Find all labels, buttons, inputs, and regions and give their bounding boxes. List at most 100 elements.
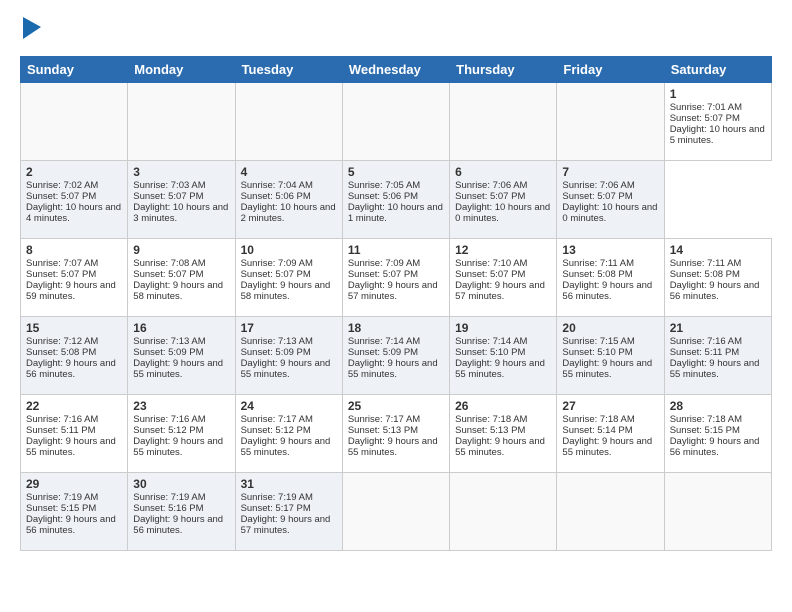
calendar-cell: 26Sunrise: 7:18 AMSunset: 5:13 PMDayligh… xyxy=(450,395,557,473)
sunrise-text: Sunrise: 7:14 AM xyxy=(455,336,527,347)
sunrise-text: Sunrise: 7:04 AM xyxy=(241,180,313,191)
sunset-text: Sunset: 5:11 PM xyxy=(670,347,740,358)
day-number: 13 xyxy=(562,243,658,257)
sunset-text: Sunset: 5:09 PM xyxy=(348,347,418,358)
sunrise-text: Sunrise: 7:15 AM xyxy=(562,336,634,347)
sunset-text: Sunset: 5:12 PM xyxy=(133,425,203,436)
calendar-cell-empty xyxy=(450,83,557,161)
calendar-cell: 5Sunrise: 7:05 AMSunset: 5:06 PMDaylight… xyxy=(342,161,449,239)
daylight-text: Daylight: 9 hours and 57 minutes. xyxy=(348,280,438,302)
day-number: 12 xyxy=(455,243,551,257)
calendar-day-header: Wednesday xyxy=(342,57,449,83)
daylight-text: Daylight: 9 hours and 55 minutes. xyxy=(455,358,545,380)
daylight-text: Daylight: 9 hours and 55 minutes. xyxy=(133,358,223,380)
day-number: 22 xyxy=(26,399,122,413)
sunset-text: Sunset: 5:07 PM xyxy=(26,269,96,280)
calendar-cell-empty xyxy=(235,83,342,161)
day-number: 9 xyxy=(133,243,229,257)
calendar-cell: 11Sunrise: 7:09 AMSunset: 5:07 PMDayligh… xyxy=(342,239,449,317)
calendar-day-header: Monday xyxy=(128,57,235,83)
sunrise-text: Sunrise: 7:18 AM xyxy=(562,414,634,425)
calendar-cell: 28Sunrise: 7:18 AMSunset: 5:15 PMDayligh… xyxy=(664,395,771,473)
calendar-cell: 15Sunrise: 7:12 AMSunset: 5:08 PMDayligh… xyxy=(21,317,128,395)
calendar-cell: 22Sunrise: 7:16 AMSunset: 5:11 PMDayligh… xyxy=(21,395,128,473)
calendar-cell: 13Sunrise: 7:11 AMSunset: 5:08 PMDayligh… xyxy=(557,239,664,317)
calendar-cell: 14Sunrise: 7:11 AMSunset: 5:08 PMDayligh… xyxy=(664,239,771,317)
daylight-text: Daylight: 9 hours and 56 minutes. xyxy=(670,280,760,302)
sunrise-text: Sunrise: 7:09 AM xyxy=(348,258,420,269)
daylight-text: Daylight: 9 hours and 55 minutes. xyxy=(241,358,331,380)
calendar-cell-empty xyxy=(557,83,664,161)
sunset-text: Sunset: 5:13 PM xyxy=(455,425,525,436)
sunrise-text: Sunrise: 7:11 AM xyxy=(562,258,634,269)
day-number: 8 xyxy=(26,243,122,257)
sunrise-text: Sunrise: 7:19 AM xyxy=(133,492,205,503)
calendar-cell: 30Sunrise: 7:19 AMSunset: 5:16 PMDayligh… xyxy=(128,473,235,551)
calendar-cell: 17Sunrise: 7:13 AMSunset: 5:09 PMDayligh… xyxy=(235,317,342,395)
calendar-day-header: Friday xyxy=(557,57,664,83)
calendar-cell: 31Sunrise: 7:19 AMSunset: 5:17 PMDayligh… xyxy=(235,473,342,551)
calendar-cell xyxy=(342,473,449,551)
day-number: 23 xyxy=(133,399,229,413)
sunrise-text: Sunrise: 7:03 AM xyxy=(133,180,205,191)
sunrise-text: Sunrise: 7:01 AM xyxy=(670,102,742,113)
calendar-header-row: SundayMondayTuesdayWednesdayThursdayFrid… xyxy=(21,57,772,83)
sunset-text: Sunset: 5:09 PM xyxy=(133,347,203,358)
sunrise-text: Sunrise: 7:12 AM xyxy=(26,336,98,347)
sunrise-text: Sunrise: 7:18 AM xyxy=(670,414,742,425)
daylight-text: Daylight: 9 hours and 55 minutes. xyxy=(348,436,438,458)
sunset-text: Sunset: 5:09 PM xyxy=(241,347,311,358)
daylight-text: Daylight: 10 hours and 0 minutes. xyxy=(455,202,550,224)
sunrise-text: Sunrise: 7:10 AM xyxy=(455,258,527,269)
daylight-text: Daylight: 9 hours and 56 minutes. xyxy=(26,514,116,536)
daylight-text: Daylight: 9 hours and 56 minutes. xyxy=(26,358,116,380)
day-number: 28 xyxy=(670,399,766,413)
day-number: 4 xyxy=(241,165,337,179)
sunrise-text: Sunrise: 7:06 AM xyxy=(455,180,527,191)
daylight-text: Daylight: 9 hours and 58 minutes. xyxy=(133,280,223,302)
day-number: 5 xyxy=(348,165,444,179)
sunset-text: Sunset: 5:12 PM xyxy=(241,425,311,436)
daylight-text: Daylight: 9 hours and 58 minutes. xyxy=(241,280,331,302)
daylight-text: Daylight: 9 hours and 59 minutes. xyxy=(26,280,116,302)
sunrise-text: Sunrise: 7:18 AM xyxy=(455,414,527,425)
day-number: 10 xyxy=(241,243,337,257)
day-number: 25 xyxy=(348,399,444,413)
calendar-cell: 25Sunrise: 7:17 AMSunset: 5:13 PMDayligh… xyxy=(342,395,449,473)
calendar-cell: 19Sunrise: 7:14 AMSunset: 5:10 PMDayligh… xyxy=(450,317,557,395)
calendar-cell: 27Sunrise: 7:18 AMSunset: 5:14 PMDayligh… xyxy=(557,395,664,473)
sunrise-text: Sunrise: 7:19 AM xyxy=(26,492,98,503)
daylight-text: Daylight: 9 hours and 55 minutes. xyxy=(670,358,760,380)
sunset-text: Sunset: 5:07 PM xyxy=(455,269,525,280)
daylight-text: Daylight: 9 hours and 55 minutes. xyxy=(562,436,652,458)
calendar-cell: 23Sunrise: 7:16 AMSunset: 5:12 PMDayligh… xyxy=(128,395,235,473)
day-number: 18 xyxy=(348,321,444,335)
sunrise-text: Sunrise: 7:17 AM xyxy=(348,414,420,425)
calendar-cell: 4Sunrise: 7:04 AMSunset: 5:06 PMDaylight… xyxy=(235,161,342,239)
calendar-cell: 6Sunrise: 7:06 AMSunset: 5:07 PMDaylight… xyxy=(450,161,557,239)
calendar-cell: 2Sunrise: 7:02 AMSunset: 5:07 PMDaylight… xyxy=(21,161,128,239)
sunset-text: Sunset: 5:08 PM xyxy=(562,269,632,280)
sunrise-text: Sunrise: 7:07 AM xyxy=(26,258,98,269)
sunrise-text: Sunrise: 7:13 AM xyxy=(133,336,205,347)
calendar-cell: 7Sunrise: 7:06 AMSunset: 5:07 PMDaylight… xyxy=(557,161,664,239)
calendar-cell: 10Sunrise: 7:09 AMSunset: 5:07 PMDayligh… xyxy=(235,239,342,317)
sunset-text: Sunset: 5:15 PM xyxy=(670,425,740,436)
sunrise-text: Sunrise: 7:05 AM xyxy=(348,180,420,191)
calendar-day-header: Saturday xyxy=(664,57,771,83)
day-number: 27 xyxy=(562,399,658,413)
sunrise-text: Sunrise: 7:17 AM xyxy=(241,414,313,425)
daylight-text: Daylight: 9 hours and 55 minutes. xyxy=(241,436,331,458)
sunset-text: Sunset: 5:10 PM xyxy=(455,347,525,358)
day-number: 1 xyxy=(670,87,766,101)
sunset-text: Sunset: 5:07 PM xyxy=(348,269,418,280)
day-number: 15 xyxy=(26,321,122,335)
sunset-text: Sunset: 5:07 PM xyxy=(670,113,740,124)
daylight-text: Daylight: 9 hours and 55 minutes. xyxy=(455,436,545,458)
sunset-text: Sunset: 5:08 PM xyxy=(670,269,740,280)
sunset-text: Sunset: 5:10 PM xyxy=(562,347,632,358)
sunset-text: Sunset: 5:16 PM xyxy=(133,503,203,514)
daylight-text: Daylight: 9 hours and 57 minutes. xyxy=(241,514,331,536)
day-number: 20 xyxy=(562,321,658,335)
sunset-text: Sunset: 5:07 PM xyxy=(562,191,632,202)
